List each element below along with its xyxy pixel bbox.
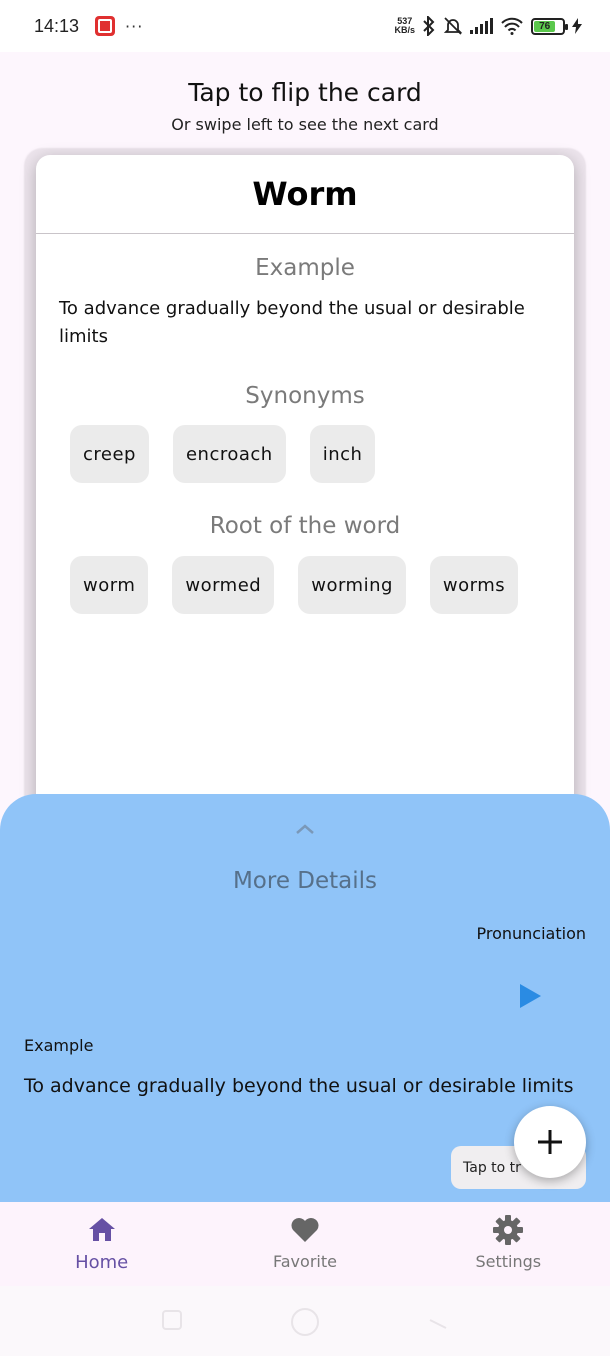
- bluetooth-icon: [423, 16, 435, 36]
- status-bar: 14:13 ··· 537 KB/s 76: [0, 0, 610, 52]
- root-chip[interactable]: worming: [298, 556, 406, 614]
- status-indicators: 537 KB/s 76: [394, 16, 582, 36]
- nav-favorite-label: Favorite: [273, 1252, 337, 1271]
- nav-home-label: Home: [75, 1252, 129, 1273]
- root-title: Root of the word: [209, 513, 401, 539]
- system-nav-bar: [0, 1286, 610, 1356]
- root-chip[interactable]: worm: [70, 556, 149, 614]
- battery-icon: 76: [531, 17, 568, 35]
- page-subtitle: Or swipe left to see the next card: [171, 115, 439, 134]
- play-icon[interactable]: [520, 984, 541, 1008]
- more-notifications-icon: ···: [125, 16, 144, 36]
- bottom-nav: Home Favorite Settings: [0, 1202, 610, 1286]
- synonym-chip[interactable]: creep: [70, 425, 149, 483]
- recents-icon[interactable]: [162, 1310, 182, 1330]
- pronunciation-label: Pronunciation: [476, 924, 587, 943]
- root-chips: worm wormed worming worms: [70, 556, 519, 614]
- home-system-icon[interactable]: [291, 1308, 319, 1336]
- card-word: Worm: [252, 175, 358, 213]
- signal-icon: [470, 18, 493, 34]
- chevron-up-icon[interactable]: [295, 822, 315, 836]
- sheet-example-text: To advance gradually beyond the usual or…: [24, 1075, 574, 1097]
- plus-icon: [538, 1130, 562, 1154]
- nav-favorite[interactable]: Favorite: [203, 1202, 406, 1286]
- sheet-example-label: Example: [24, 1036, 94, 1055]
- gear-icon: [493, 1215, 524, 1245]
- mute-bell-icon: [443, 17, 463, 35]
- nav-settings[interactable]: Settings: [407, 1202, 610, 1286]
- page-title: Tap to flip the card: [188, 78, 422, 107]
- status-time: 14:13: [34, 15, 80, 36]
- heart-icon: [291, 1218, 319, 1242]
- charging-icon: [572, 18, 582, 34]
- synonyms-chips: creep encroach inch: [70, 425, 376, 483]
- app-notification-icon: [95, 16, 116, 36]
- battery-level: 76: [534, 20, 556, 32]
- home-icon: [88, 1218, 115, 1241]
- synonyms-title: Synonyms: [245, 383, 365, 409]
- example-text: To advance gradually beyond the usual or…: [59, 298, 525, 347]
- synonym-chip[interactable]: inch: [309, 425, 376, 483]
- example-title: Example: [255, 255, 355, 281]
- sheet-title: More Details: [232, 868, 378, 894]
- add-button[interactable]: [514, 1106, 586, 1178]
- nav-home[interactable]: Home: [0, 1202, 203, 1286]
- root-chip[interactable]: wormed: [172, 556, 275, 614]
- synonym-chip[interactable]: encroach: [172, 425, 286, 483]
- card-divider: [36, 233, 574, 234]
- network-speed-unit: KB/s: [394, 25, 415, 35]
- back-icon[interactable]: [428, 1310, 448, 1330]
- wifi-icon: [501, 17, 523, 35]
- network-speed: 537 KB/s: [394, 17, 415, 35]
- root-chip[interactable]: worms: [429, 556, 519, 614]
- details-sheet[interactable]: More Details Pronunciation Example To ad…: [0, 794, 610, 1202]
- flashcard[interactable]: Worm Example To advance gradually beyond…: [36, 155, 574, 810]
- nav-settings-label: Settings: [475, 1252, 542, 1271]
